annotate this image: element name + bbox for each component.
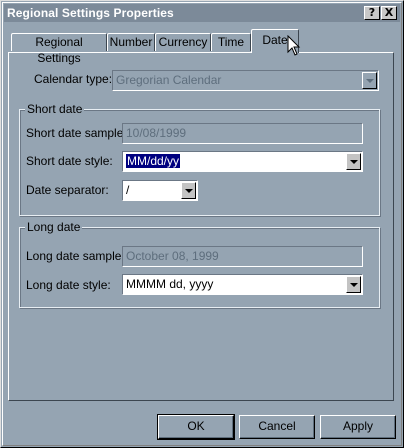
date-separator-combo[interactable]: / <box>122 180 198 201</box>
short-date-sample-field: 10/08/1999 <box>122 123 363 144</box>
help-icon[interactable]: ? <box>364 6 380 20</box>
chevron-down-icon[interactable] <box>346 153 361 170</box>
chevron-down-icon <box>362 72 377 89</box>
tab-number[interactable]: Number <box>107 33 155 51</box>
calendar-type-select: Gregorian Calendar <box>112 70 379 91</box>
date-separator-label: Date separator: <box>26 183 109 197</box>
long-date-sample-value: October 08, 1999 <box>126 249 219 263</box>
mouse-pointer-icon <box>287 35 301 56</box>
close-icon[interactable]: X <box>381 6 397 20</box>
calendar-type-label: Calendar type: <box>34 72 113 86</box>
window-title: Regional Settings Properties <box>7 6 174 20</box>
long-date-style-combo[interactable]: MMMM dd, yyyy <box>122 274 363 295</box>
short-date-group-title: Short date <box>25 102 85 116</box>
long-date-sample-label: Long date sample: <box>26 249 125 263</box>
long-date-group-title: Long date <box>25 220 83 234</box>
tab-strip: Regional Settings Number Currency Time D… <box>9 29 389 65</box>
short-date-style-value[interactable]: MM/dd/yy <box>126 154 181 168</box>
dialog-window: Regional Settings Properties ? X Regiona… <box>0 0 404 448</box>
short-date-sample-label: Short date sample: <box>26 126 127 140</box>
short-date-style-combo[interactable]: MM/dd/yy <box>122 151 363 172</box>
long-date-style-label: Long date style: <box>26 278 111 292</box>
calendar-type-value: Gregorian Calendar <box>116 73 222 87</box>
ok-button[interactable]: OK <box>157 414 235 440</box>
chevron-down-icon[interactable] <box>181 182 196 199</box>
long-date-group: Long date <box>19 220 380 308</box>
tab-regional-settings[interactable]: Regional Settings <box>11 33 107 65</box>
title-bar[interactable]: Regional Settings Properties ? X <box>4 4 400 22</box>
short-date-style-label: Short date style: <box>26 154 113 168</box>
short-date-sample-value: 10/08/1999 <box>126 126 187 140</box>
date-separator-value[interactable]: / <box>126 183 129 197</box>
apply-button[interactable]: Apply <box>320 415 396 439</box>
long-date-sample-field: October 08, 1999 <box>122 246 363 267</box>
tab-currency[interactable]: Currency <box>155 33 211 51</box>
chevron-down-icon[interactable] <box>346 276 361 293</box>
tab-time[interactable]: Time <box>211 33 251 51</box>
long-date-style-value[interactable]: MMMM dd, yyyy <box>126 277 213 291</box>
cancel-button[interactable]: Cancel <box>239 415 315 439</box>
date-tab-panel: Calendar type: Gregorian Calendar Short … <box>8 52 394 401</box>
